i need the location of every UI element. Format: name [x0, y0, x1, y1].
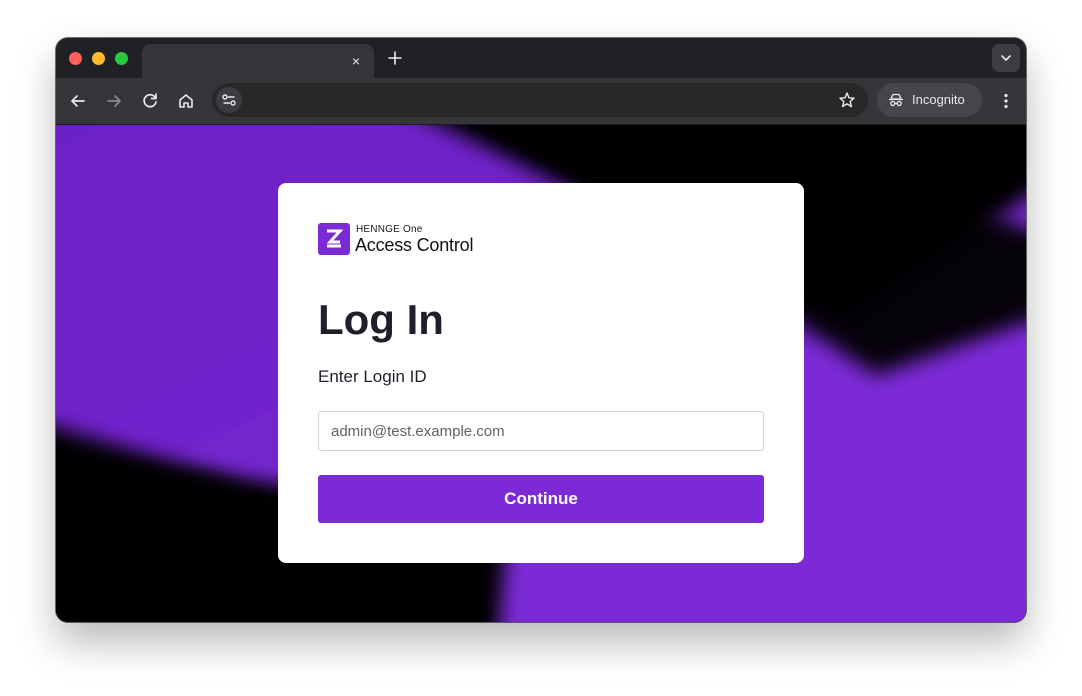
close-window-icon[interactable]: [69, 52, 82, 65]
bookmark-star-icon: [839, 92, 855, 108]
continue-button[interactable]: Continue: [318, 475, 764, 523]
page-title: Log In: [318, 296, 444, 343]
site-info-icon: [222, 94, 236, 106]
incognito-label: Incognito: [912, 92, 965, 107]
back-arrow-icon: [71, 95, 85, 107]
login-id-input[interactable]: [318, 411, 764, 451]
incognito-icon: [888, 93, 904, 107]
minimize-window-icon[interactable]: [92, 52, 105, 65]
browser-toolbar: Incognito: [56, 78, 1026, 125]
product-logo: HENNGE One Access Control: [318, 223, 518, 257]
login-id-label: Enter Login ID: [318, 367, 427, 386]
home-button[interactable]: [174, 89, 198, 113]
bookmark-button[interactable]: [838, 91, 856, 109]
maximize-window-icon[interactable]: [115, 52, 128, 65]
active-tab[interactable]: ×: [142, 44, 374, 78]
reload-button[interactable]: [138, 89, 162, 113]
product-name: Access Control: [355, 235, 474, 255]
incognito-indicator[interactable]: Incognito: [877, 83, 982, 117]
brand-name: HENNGE One: [356, 224, 423, 235]
page-viewport: HENNGE One Access Control Log In Enter L…: [56, 125, 1026, 622]
login-card: HENNGE One Access Control Log In Enter L…: [278, 183, 804, 563]
reload-icon: [143, 93, 157, 108]
forward-button[interactable]: [102, 89, 126, 113]
browser-window: × Incognito HENNGE One Access Control Lo…: [56, 38, 1026, 622]
back-button[interactable]: [66, 89, 90, 113]
new-tab-button[interactable]: [384, 47, 406, 69]
chevron-down-icon: [1001, 55, 1011, 61]
forward-arrow-icon: [107, 95, 121, 107]
more-menu-icon: [1004, 93, 1008, 109]
tab-search-button[interactable]: [992, 44, 1020, 72]
tab-strip: ×: [56, 38, 1026, 78]
plus-icon: [388, 51, 402, 65]
more-menu-button[interactable]: [994, 89, 1018, 113]
tab-close-icon[interactable]: ×: [346, 51, 366, 71]
site-info-button[interactable]: [216, 87, 242, 113]
logo-z-icon: [326, 229, 344, 248]
home-icon: [179, 94, 193, 108]
logo-mark: [318, 223, 350, 255]
address-bar[interactable]: [212, 83, 868, 117]
